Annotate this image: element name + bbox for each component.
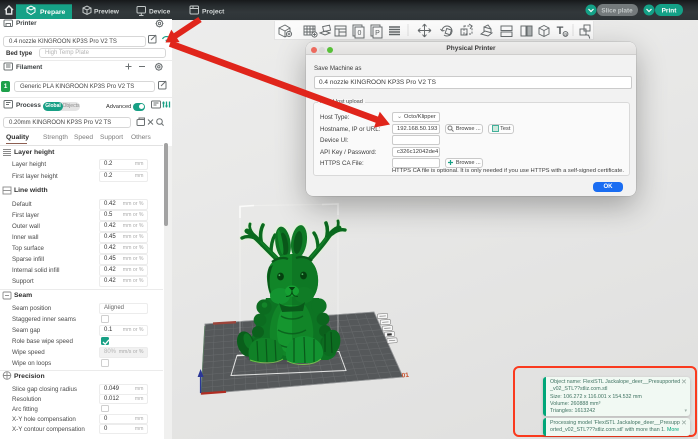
svg-text:Project: Project bbox=[202, 9, 225, 16]
svg-text:Print: Print bbox=[662, 8, 678, 15]
svg-text:Slice plate: Slice plate bbox=[601, 8, 633, 15]
svg-text:01: 01 bbox=[401, 372, 409, 380]
